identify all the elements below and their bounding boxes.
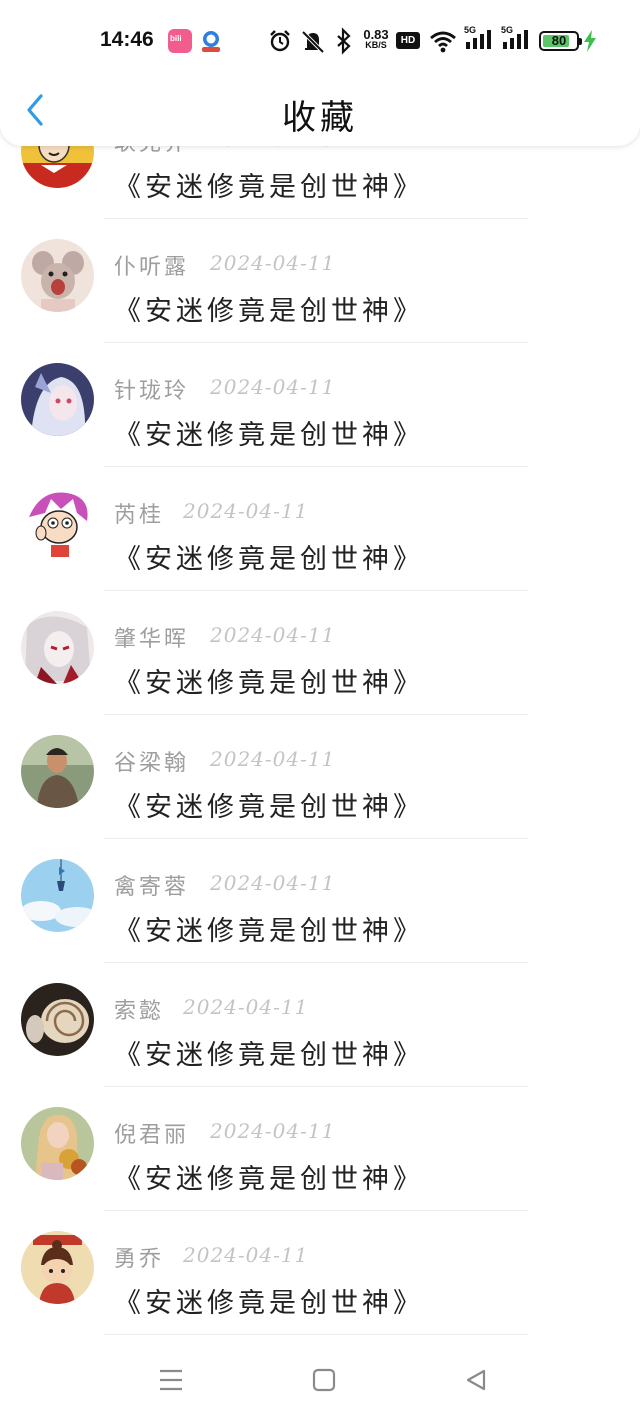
list-item[interactable]: 勇乔 2024-04-11 《安迷修竟是创世神》 [0,1211,640,1335]
signal-icon: 5G [464,25,494,53]
favorite-date: 2024-04-11 [210,623,336,647]
battery-percent: 80 [551,33,567,48]
avatar[interactable] [21,859,94,932]
signal-icon: 5G [501,25,531,53]
list-item[interactable]: 肇华晖 2024-04-11 《安迷修竟是创世神》 [0,591,640,715]
menu-button[interactable] [151,1360,191,1400]
favorite-title[interactable]: 《安迷修竟是创世神》 [114,909,424,948]
favorite-date: 2024-04-11 [183,499,309,523]
avatar[interactable] [21,1107,94,1180]
avatar[interactable] [21,487,94,560]
net-speed: 0.83 KB/S [361,27,391,51]
list-item[interactable]: 禽寄蓉 2024-04-11 《安迷修竟是创世神》 [0,839,640,963]
list-item[interactable]: 仆听露 2024-04-11 《安迷修竟是创世神》 [0,219,640,343]
list-item[interactable]: 索懿 2024-04-11 《安迷修竟是创世神》 [0,963,640,1087]
avatar[interactable] [21,239,94,312]
user-name: 仆听露 [114,255,190,280]
top-bar: 14:46 bili 0.83 KB/S HD 5G 5G 80 收藏 [0,0,640,146]
clock: 14:46 [100,28,154,51]
system-nav-bar [0,1344,640,1422]
list-item[interactable]: 谷梁翰 2024-04-11 《安迷修竟是创世神》 [0,715,640,839]
net-speed-unit: KB/S [365,40,387,50]
favorite-date: 2024-04-11 [210,375,336,399]
menu-icon [160,1369,182,1391]
user-name: 倪君丽 [114,1123,190,1148]
status-bar: 14:46 bili 0.83 KB/S HD 5G 5G 80 [0,0,640,80]
app-badge-icon [199,29,223,53]
back-nav-button[interactable] [456,1360,496,1400]
favorite-title[interactable]: 《安迷修竟是创世神》 [114,289,424,328]
favorite-title[interactable]: 《安迷修竟是创世神》 [114,1157,424,1196]
avatar[interactable] [21,735,94,808]
hd-badge: HD [396,32,420,49]
favorite-date: 2024-04-11 [210,251,336,275]
favorite-date: 2024-04-11 [183,1243,309,1267]
favorite-date: 2024-04-11 [183,995,309,1019]
user-name: 芮桂 [114,503,165,528]
back-triangle-icon [466,1369,486,1391]
favorite-title[interactable]: 《安迷修竟是创世神》 [114,785,424,824]
favorites-list[interactable]: 耿克养 2024-04-15 《安迷修竟是创世神》 仆听露 2024-04-11 [0,95,640,1335]
favorites-page: 耿克养 2024-04-15 《安迷修竟是创世神》 仆听露 2024-04-11 [0,0,640,1422]
avatar[interactable] [21,1231,94,1304]
favorite-title[interactable]: 《安迷修竟是创世神》 [114,1033,424,1072]
list-item[interactable]: 芮桂 2024-04-11 《安迷修竟是创世神》 [0,467,640,591]
favorite-title[interactable]: 《安迷修竟是创世神》 [114,537,424,576]
alarm-icon [270,30,290,52]
wifi-icon [430,31,456,53]
home-button[interactable] [304,1360,344,1400]
list-item[interactable]: 倪君丽 2024-04-11 《安迷修竟是创世神》 [0,1087,640,1211]
user-name: 肇华晖 [114,627,190,652]
net-speed-value: 0.83 [363,27,389,42]
favorite-title[interactable]: 《安迷修竟是创世神》 [114,165,424,204]
user-name: 针珑玲 [114,379,190,404]
battery-icon: 80 [539,31,582,51]
bluetooth-icon [337,27,351,55]
bilibili-icon: bili [168,29,192,53]
avatar[interactable] [21,983,94,1056]
charging-icon [584,30,596,52]
user-name: 索懿 [114,999,165,1024]
mute-icon [301,30,325,54]
page-title: 收藏 [282,98,358,138]
favorite-title[interactable]: 《安迷修竟是创世神》 [114,413,424,452]
divider [104,1334,528,1335]
nav-header: 收藏 [0,80,640,146]
list-item[interactable]: 针珑玲 2024-04-11 《安迷修竟是创世神》 [0,343,640,467]
favorite-date: 2024-04-11 [210,747,336,771]
favorite-date: 2024-04-11 [210,871,336,895]
battery-nub [579,38,582,45]
avatar[interactable] [21,611,94,684]
user-name: 禽寄蓉 [114,875,190,900]
user-name: 勇乔 [114,1247,165,1272]
favorite-date: 2024-04-11 [210,1119,336,1143]
user-name: 谷梁翰 [114,751,190,776]
home-icon [312,1368,336,1392]
favorite-title[interactable]: 《安迷修竟是创世神》 [114,1281,424,1320]
favorite-title[interactable]: 《安迷修竟是创世神》 [114,661,424,700]
avatar[interactable] [21,363,94,436]
